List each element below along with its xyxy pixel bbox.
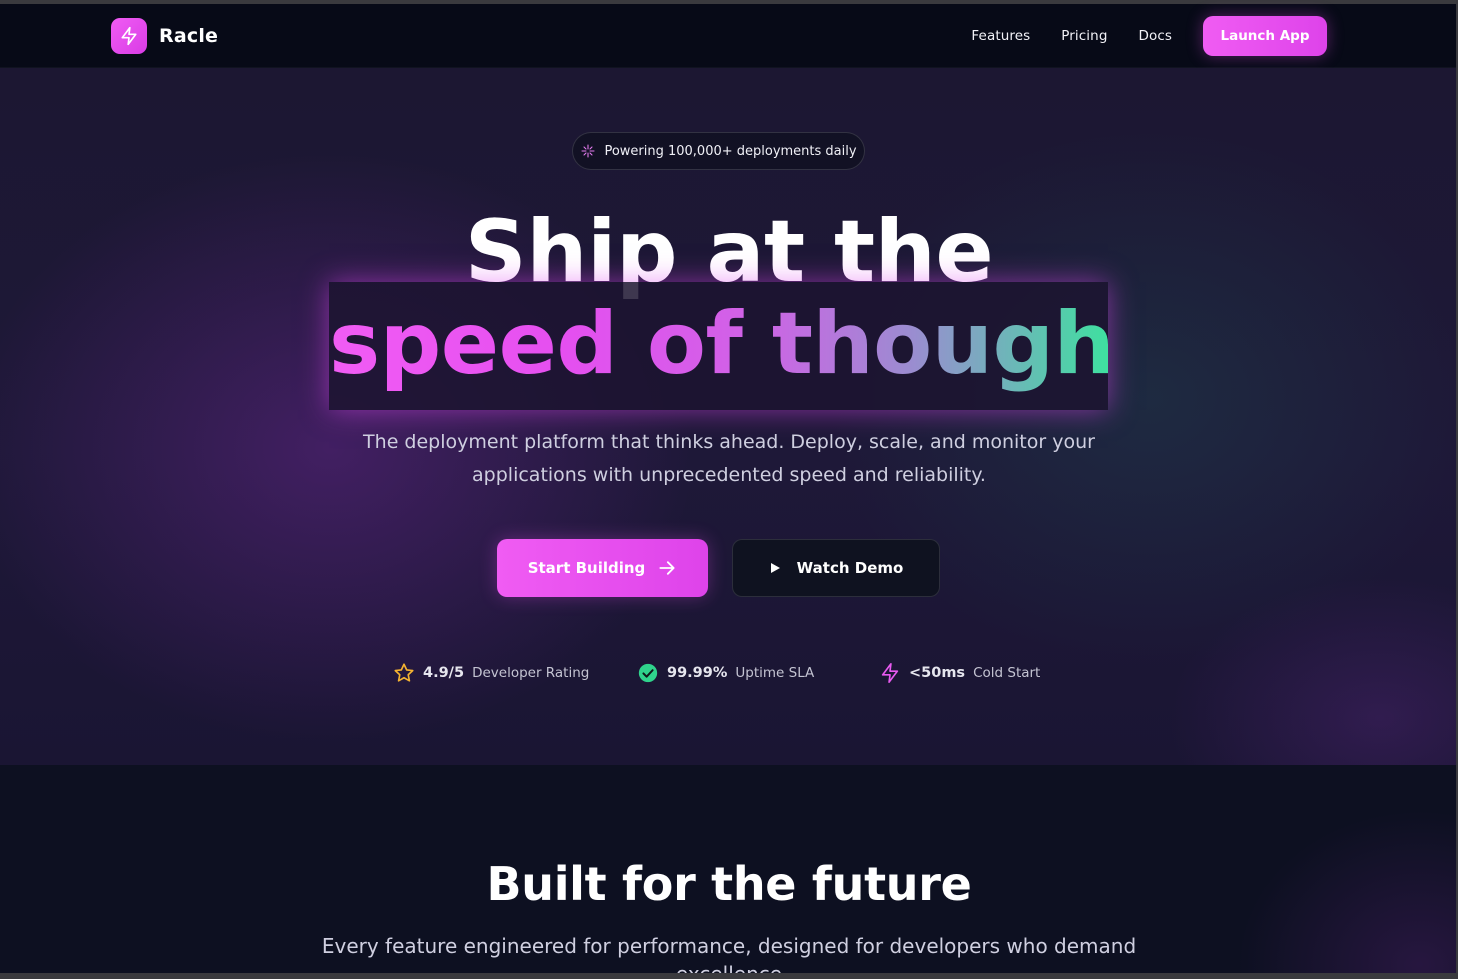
- launch-app-button[interactable]: Launch App: [1203, 16, 1327, 56]
- watch-demo-label: Watch Demo: [796, 559, 904, 577]
- play-icon: [770, 563, 780, 573]
- features-title: Built for the future: [486, 857, 972, 911]
- nav-links: Features Pricing Docs Launch App: [971, 16, 1327, 56]
- check-circle-icon: [638, 663, 658, 683]
- announcement-badge: Powering 100,000+ deployments daily: [572, 132, 865, 170]
- start-building-label: Start Building: [527, 559, 646, 577]
- hero-subtitle: The deployment platform that thinks ahea…: [0, 426, 1458, 492]
- lightning-icon: [121, 26, 137, 46]
- hero-subtitle-line-2: applications with unprecedented speed an…: [472, 464, 986, 486]
- star-icon: [394, 663, 414, 682]
- hero-subtitle-line-1: The deployment platform that thinks ahea…: [363, 431, 1095, 453]
- stat-rating-label: Developer Rating: [472, 665, 590, 681]
- nav-link-docs[interactable]: Docs: [1138, 28, 1172, 44]
- stat-uptime: 99.99% Uptime SLA: [637, 660, 814, 686]
- stat-uptime-label: Uptime SLA: [735, 665, 815, 681]
- headline-line-2: speed of thought: [329, 294, 1155, 394]
- stat-cold-start: <50ms Cold Start: [879, 660, 1040, 686]
- watch-demo-button[interactable]: Watch Demo: [732, 539, 940, 597]
- window-bottom-border: [0, 973, 1458, 979]
- stat-cold-start-value: <50ms: [909, 665, 966, 681]
- stat-rating-value: 4.9/5: [423, 665, 465, 681]
- brand-name: Racle: [159, 25, 219, 47]
- start-building-button[interactable]: Start Building: [497, 539, 708, 597]
- badge-text: Powering 100,000+ deployments daily: [604, 143, 857, 159]
- features-section: Built for the future Every feature engin…: [0, 765, 1458, 979]
- stat-cold-start-label: Cold Start: [973, 665, 1041, 681]
- nav-link-features[interactable]: Features: [971, 28, 1030, 44]
- features-subtitle: Every feature engineered for performance…: [0, 932, 1458, 979]
- stat-uptime-value: 99.99%: [667, 665, 728, 681]
- stats-row: 4.9/5 Developer Rating 99.99% Uptime SLA…: [0, 660, 1458, 686]
- nav-link-pricing[interactable]: Pricing: [1061, 28, 1107, 44]
- lightning-icon: [881, 663, 899, 683]
- features-subtitle-line-1: Every feature engineered for performance…: [321, 934, 1137, 958]
- brand-logo: [111, 18, 147, 54]
- navbar: Racle Features Pricing Docs Launch App: [0, 4, 1458, 68]
- page: Racle Features Pricing Docs Launch App P…: [0, 0, 1458, 979]
- brand-link[interactable]: Racle: [111, 18, 218, 54]
- arrow-right-icon: [659, 561, 675, 575]
- sparkles-icon: [581, 144, 595, 158]
- hero-section: Powering 100,000+ deployments daily Ship…: [0, 68, 1458, 765]
- stat-rating: 4.9/5 Developer Rating: [393, 660, 589, 686]
